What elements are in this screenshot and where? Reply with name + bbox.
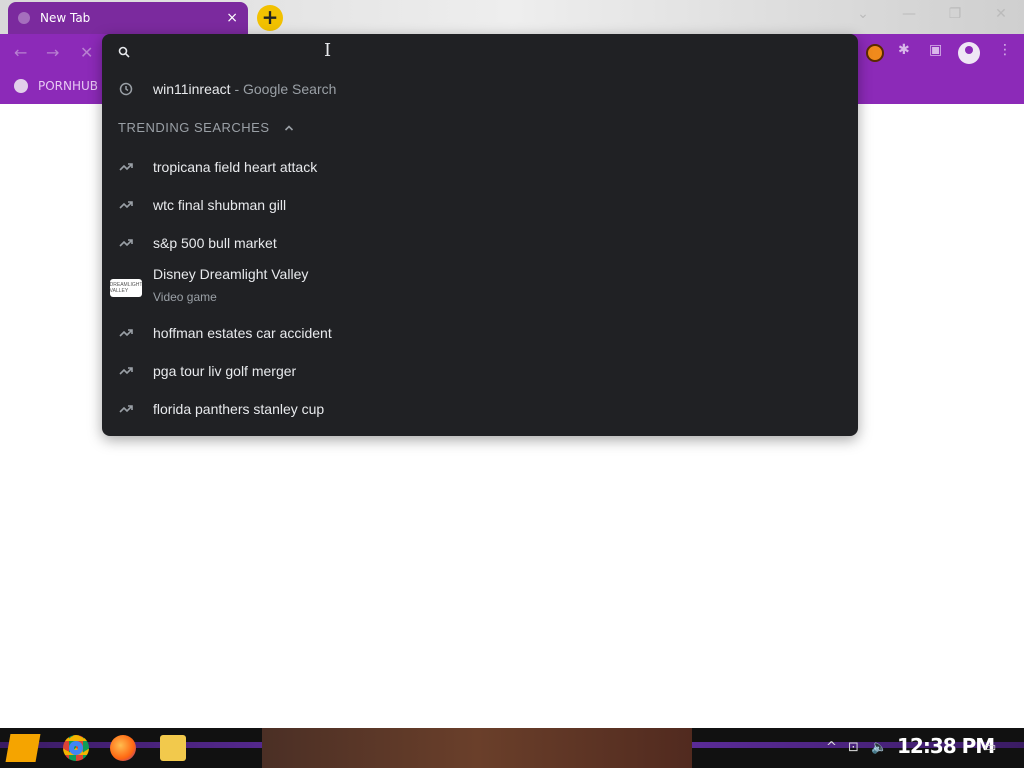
trending-item[interactable]: hoffman estates car accident xyxy=(102,314,858,352)
chrome-icon[interactable] xyxy=(63,735,89,761)
side-panel-icon[interactable]: ▣ xyxy=(929,42,942,58)
suggestion-text: wtc final shubman gill xyxy=(153,197,287,213)
suggestion-text: florida panthers stanley cup xyxy=(153,401,325,417)
suggestion-text: pga tour liv golf merger xyxy=(153,363,297,379)
back-icon[interactable]: ← xyxy=(14,43,27,62)
profile-avatar-icon[interactable] xyxy=(958,42,980,64)
trending-icon xyxy=(119,405,133,413)
trending-item[interactable]: florida panthers stanley cup xyxy=(102,390,858,428)
taskbar-window-preview[interactable] xyxy=(262,728,692,768)
volume-icon[interactable]: 🔈 xyxy=(871,740,887,755)
trending-icon xyxy=(119,239,133,247)
file-explorer-icon[interactable] xyxy=(160,735,186,761)
entity-thumbnail: DREAMLIGHT VALLEY xyxy=(110,279,142,297)
trending-item[interactable]: pga tour liv golf merger xyxy=(102,352,858,390)
trending-item[interactable]: s&p 500 bull market xyxy=(102,224,858,262)
history-clock-icon xyxy=(119,82,133,96)
tab-title: New Tab xyxy=(40,11,91,25)
tab-close-icon[interactable]: × xyxy=(226,10,238,26)
section-title: TRENDING SEARCHES xyxy=(118,120,270,135)
extension-avatar-icon[interactable] xyxy=(866,44,884,62)
minimize-button[interactable]: — xyxy=(894,6,924,22)
bookmark-label: PORNHUB xyxy=(38,79,99,93)
history-suffix: - Google Search xyxy=(230,81,337,97)
taskbar: ^ ⊡ 🔈 12:38 PM ▭ xyxy=(0,728,1024,768)
forward-icon[interactable]: → xyxy=(46,43,59,62)
start-button-icon[interactable] xyxy=(5,734,41,762)
trending-icon xyxy=(119,201,133,209)
new-tab-button[interactable]: + xyxy=(257,5,283,31)
chevron-up-icon[interactable] xyxy=(284,123,294,133)
notifications-icon[interactable]: ▭ xyxy=(984,740,996,755)
tray-chevron-icon[interactable]: ^ xyxy=(826,740,837,755)
suggestion-text: Disney Dreamlight Valley xyxy=(153,266,309,282)
omnibox-input[interactable]: I xyxy=(102,34,858,72)
title-bar: New Tab × + ⌄ — ❐ ✕ xyxy=(0,0,1024,34)
tab-new-tab[interactable]: New Tab × xyxy=(8,2,248,34)
text-cursor: I xyxy=(324,40,332,61)
bookmark-item[interactable]: PORNHUB xyxy=(14,79,98,93)
network-icon[interactable]: ⊡ xyxy=(848,740,859,755)
tab-search-icon[interactable]: ⌄ xyxy=(848,6,878,22)
extensions-icon[interactable]: ✱ xyxy=(898,42,910,58)
trending-item[interactable]: wtc final shubman gill xyxy=(102,186,858,224)
trending-header[interactable]: TRENDING SEARCHES xyxy=(118,120,294,135)
tab-favicon-icon xyxy=(18,12,30,24)
trending-icon xyxy=(119,329,133,337)
omnibox-dropdown: I win11inreact - Google Search TRENDING … xyxy=(102,34,858,436)
suggestion-text: tropicana field heart attack xyxy=(153,159,318,175)
search-icon xyxy=(118,46,130,58)
suggestion-text: hoffman estates car accident xyxy=(153,325,332,341)
restore-button[interactable]: ❐ xyxy=(940,6,970,22)
suggestion-text: win11inreact - Google Search xyxy=(153,81,336,97)
close-window-button[interactable]: ✕ xyxy=(986,6,1016,22)
firefox-icon[interactable] xyxy=(110,735,136,761)
stop-loading-icon[interactable]: ✕ xyxy=(80,43,93,62)
clock[interactable]: 12:38 PM xyxy=(897,734,995,758)
trending-icon xyxy=(119,367,133,375)
menu-icon[interactable]: ⋮ xyxy=(998,42,1012,58)
suggestion-history[interactable]: win11inreact - Google Search xyxy=(102,70,858,108)
globe-icon xyxy=(14,79,28,93)
trending-item-entity[interactable]: DREAMLIGHT VALLEY Disney Dreamlight Vall… xyxy=(102,266,858,310)
trending-item[interactable]: tropicana field heart attack xyxy=(102,148,858,186)
suggestion-subtitle: Video game xyxy=(153,290,217,304)
trending-icon xyxy=(119,163,133,171)
suggestion-text: s&p 500 bull market xyxy=(153,235,277,251)
history-query: win11inreact xyxy=(153,81,231,97)
